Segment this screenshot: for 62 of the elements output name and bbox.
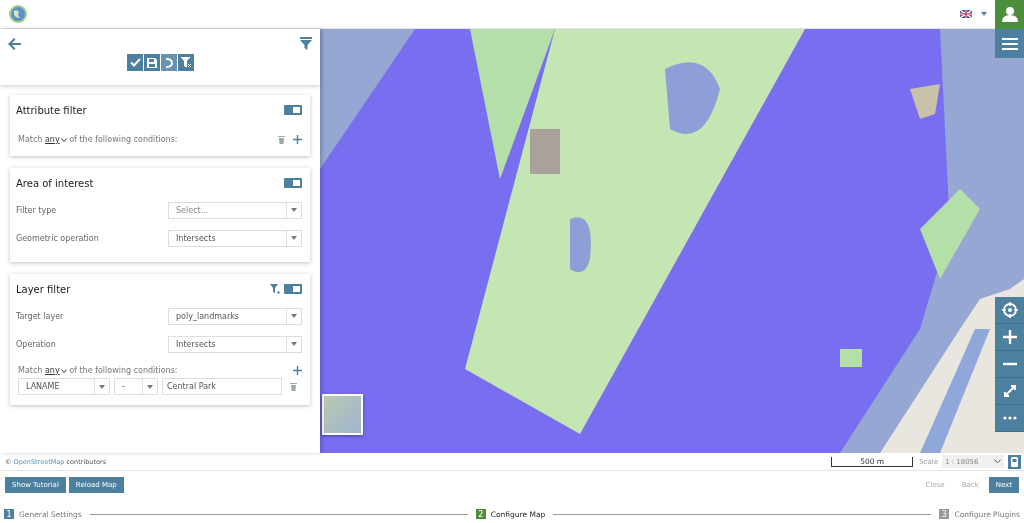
value-input-field[interactable]: Central Park (162, 378, 282, 395)
plus-icon (1002, 330, 1017, 344)
filter-icon[interactable] (300, 37, 312, 50)
field-label: Operation (16, 339, 57, 349)
match-conditions-text: Match any of the following conditions: (18, 366, 178, 375)
caret-icon (981, 12, 987, 16)
save-button[interactable] (144, 54, 160, 71)
chevron-icon (994, 459, 1001, 464)
caret-icon (291, 342, 297, 346)
add-icon[interactable] (293, 135, 302, 144)
trash-icon[interactable] (290, 382, 297, 391)
language-menu[interactable] (957, 7, 990, 21)
undo-button[interactable] (161, 54, 177, 71)
add-icon[interactable] (293, 366, 302, 375)
toggle-switch[interactable] (284, 284, 302, 294)
trash-icon[interactable] (278, 135, 285, 144)
globe-logo (8, 4, 28, 24)
minus-icon (1002, 362, 1017, 366)
field-label: Filter type (16, 205, 58, 215)
step-number: 2 (475, 509, 486, 519)
dropdown-field[interactable]: Intersects (168, 229, 302, 247)
dropdown-field[interactable]: poly_landmarks (168, 307, 302, 325)
printer-icon (1011, 456, 1018, 467)
step-number: 3 (939, 509, 950, 519)
chevron-icon (60, 369, 67, 373)
attribute-dropdown[interactable]: LANAME (18, 378, 110, 395)
check-icon (129, 58, 141, 67)
operator-dropdown[interactable]: - (114, 378, 158, 395)
basemap-switcher-button[interactable] (322, 394, 363, 435)
dropdown-field[interactable]: Intersects (168, 335, 302, 353)
flag-icon (960, 10, 972, 18)
field-label: Geometric operation (16, 233, 100, 243)
apply-button[interactable] (127, 54, 143, 71)
undo-icon (165, 57, 173, 68)
chevron-icon (60, 138, 67, 142)
caret-icon (291, 236, 297, 240)
print-button[interactable] (1008, 454, 1021, 469)
expand-icon (1002, 384, 1017, 398)
filter-icon[interactable] (270, 284, 280, 294)
step-number: 1 (4, 509, 14, 519)
caret-icon (291, 314, 297, 318)
match-conditions-text: Match any of the following conditions: (18, 135, 178, 144)
menu-button[interactable] (995, 29, 1024, 58)
caret-icon (147, 384, 153, 389)
section-title: Attribute filter (16, 104, 87, 116)
field-label: Target layer (16, 311, 65, 321)
user-button[interactable] (995, 0, 1024, 29)
toggle-switch[interactable] (284, 105, 302, 115)
menu-icon (1001, 37, 1018, 50)
section-title: Area of interest (16, 177, 94, 189)
user-icon (1001, 6, 1018, 22)
caret-icon (99, 384, 105, 389)
clear-filter-button[interactable] (178, 54, 194, 71)
more-icon (1002, 416, 1017, 420)
caret-icon (291, 208, 297, 212)
save-icon (147, 57, 157, 68)
back-arrow-icon[interactable] (8, 37, 21, 50)
section-title: Layer filter (16, 283, 71, 295)
filter-clear-icon (180, 57, 192, 68)
crosshair-icon (1001, 302, 1018, 318)
dropdown-field[interactable]: Select... (168, 201, 302, 219)
toggle-switch[interactable] (284, 178, 302, 188)
